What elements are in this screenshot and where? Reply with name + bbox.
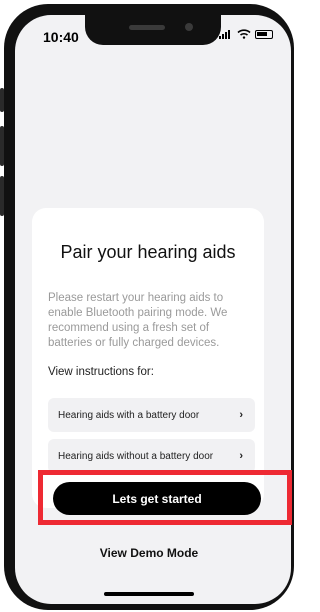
phone-notch [85, 15, 221, 45]
view-demo-mode-link[interactable]: View Demo Mode [0, 546, 298, 560]
battery-icon [255, 29, 273, 39]
status-time: 10:40 [43, 29, 79, 45]
get-started-button[interactable]: Lets get started [53, 482, 261, 515]
option-battery-door[interactable]: Hearing aids with a battery door › [48, 398, 255, 432]
cellular-signal-icon [219, 29, 233, 39]
home-indicator [104, 592, 194, 596]
pairing-title: Pair your hearing aids [60, 242, 236, 262]
view-instructions-label: View instructions for: [48, 366, 154, 378]
pairing-description: Please restart your hearing aids to enab… [48, 292, 228, 349]
option-label: Hearing aids with a battery door [58, 409, 200, 421]
option-no-battery-door[interactable]: Hearing aids without a battery door › [48, 439, 255, 473]
option-label: Hearing aids without a battery door [58, 450, 214, 462]
pairing-card: Pair your hearing aids Please restart yo… [32, 208, 264, 508]
chevron-right-icon: › [239, 450, 243, 462]
chevron-right-icon: › [239, 409, 243, 421]
status-icons [219, 29, 273, 39]
wifi-icon [237, 29, 251, 39]
speaker-grille [129, 25, 165, 30]
front-camera [185, 23, 193, 31]
